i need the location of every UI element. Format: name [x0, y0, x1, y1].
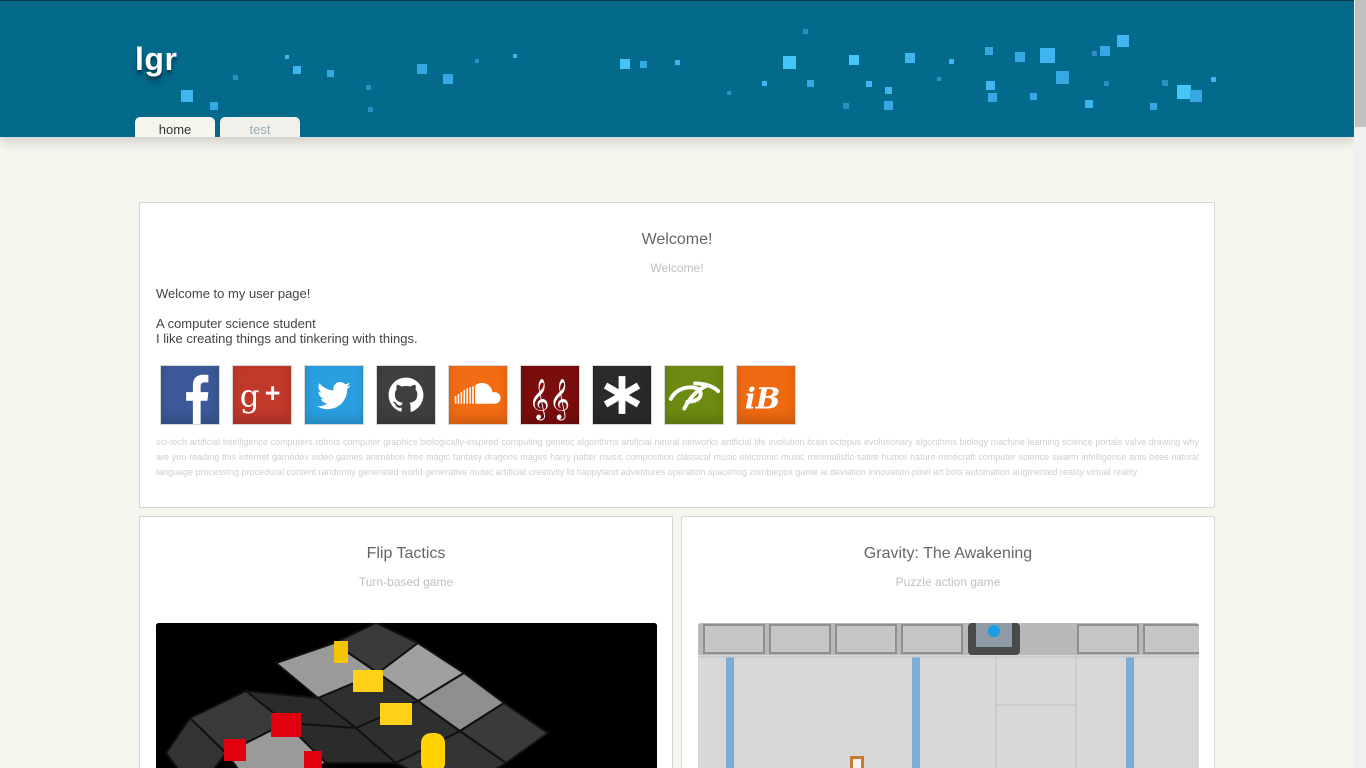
soundcloud-link[interactable] — [448, 365, 508, 425]
flip-tactics-preview — [156, 623, 657, 768]
asterisk-icon — [603, 376, 641, 414]
game-subtitle: Puzzle action game — [895, 575, 1001, 589]
game-card-flip-tactics: Flip Tactics Turn-based game — [139, 516, 673, 768]
github-icon — [388, 377, 424, 412]
bio-line-2: I like creating things and tinkering wit… — [156, 331, 418, 346]
page-scrollbar[interactable] — [1354, 0, 1366, 768]
site-header: lgr home test — [0, 0, 1354, 137]
facebook-icon — [186, 374, 209, 424]
bio-line-1: A computer science student — [156, 316, 316, 331]
ib-icon: iB — [745, 382, 781, 416]
music-link[interactable]: 𝄞𝄞 — [520, 365, 580, 425]
google-plus-icon: g — [240, 379, 280, 415]
social-links: g 𝄞𝄞 iB — [160, 365, 796, 425]
site-logo[interactable]: lgr — [135, 41, 177, 78]
svg-text:g: g — [240, 379, 260, 415]
gravity-screenshot[interactable] — [698, 623, 1199, 768]
twitter-icon — [317, 382, 351, 410]
welcome-intro: Welcome to my user page! — [156, 286, 311, 301]
welcome-subtitle: Welcome! — [650, 261, 704, 275]
welcome-card: Welcome! Welcome! Welcome to my user pag… — [139, 202, 1215, 508]
game-title[interactable]: Flip Tactics — [140, 545, 672, 563]
google-plus-link[interactable]: g — [232, 365, 292, 425]
tab-test[interactable]: test — [220, 117, 300, 137]
asterisk-link[interactable] — [592, 365, 652, 425]
facebook-link[interactable] — [160, 365, 220, 425]
gravity-preview — [698, 623, 1199, 768]
treble-clef-icon: 𝄞𝄞 — [529, 379, 570, 420]
svg-text:𝄞𝄞: 𝄞𝄞 — [529, 379, 570, 420]
welcome-title: Welcome! — [641, 231, 713, 248]
interest-tags: sci-tech artificial intelligence compute… — [156, 437, 1199, 477]
svg-text:iB: iB — [745, 382, 781, 416]
ib-link[interactable]: iB — [736, 365, 796, 425]
scrollbar-thumb[interactable] — [1355, 0, 1366, 127]
game-subtitle: Turn-based game — [358, 575, 454, 589]
tab-home[interactable]: home — [135, 117, 215, 137]
deviantart-link[interactable] — [664, 365, 724, 425]
soundcloud-icon — [454, 382, 501, 404]
twitter-link[interactable] — [304, 365, 364, 425]
flip-tactics-screenshot[interactable] — [156, 623, 657, 768]
deviantart-icon — [668, 381, 721, 411]
game-title[interactable]: Gravity: The Awakening — [682, 545, 1214, 563]
github-link[interactable] — [376, 365, 436, 425]
game-card-gravity: Gravity: The Awakening Puzzle action gam… — [681, 516, 1215, 768]
